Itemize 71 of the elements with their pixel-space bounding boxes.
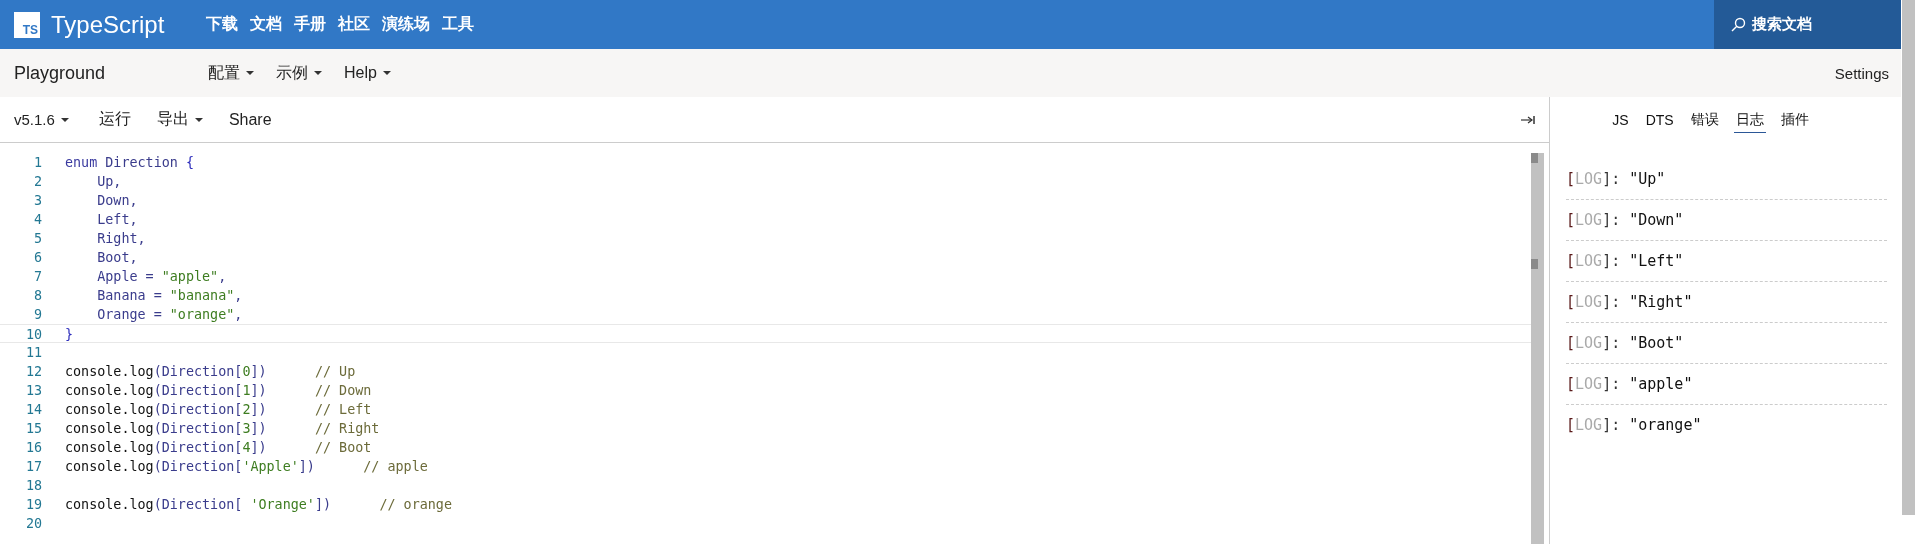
code-line: Boot, [96, 249, 138, 267]
toolbar-dropdown[interactable]: 导出 [156, 109, 203, 130]
line-number: 18 [24, 477, 42, 495]
line-number: 5 [32, 230, 42, 248]
line-number: 11 [24, 344, 42, 362]
line-number: 10 [24, 326, 42, 342]
log-entry: [LOG]: "Left" [1566, 252, 1684, 270]
line-number: 13 [24, 382, 42, 400]
log-entry: [LOG]: "Boot" [1566, 334, 1684, 352]
code-line: Up, [96, 173, 122, 191]
menu-dropdown[interactable]: 配置 [208, 62, 254, 84]
line-number: 19 [24, 496, 42, 514]
line-number: 14 [24, 401, 42, 419]
output-tab[interactable]: 插件 [1778, 107, 1811, 133]
line-number: 15 [24, 420, 42, 438]
line-number: 16 [24, 439, 42, 457]
line-number: 6 [32, 249, 42, 267]
line-number: 20 [24, 515, 42, 533]
log-entry: [LOG]: "Up" [1566, 170, 1666, 188]
output-tab[interactable]: 错误 [1688, 107, 1721, 133]
nav-link[interactable]: 社区 [338, 14, 371, 35]
line-number: 17 [24, 458, 42, 476]
collapse-icon[interactable] [1521, 114, 1535, 125]
log-entry: [LOG]: "apple" [1566, 375, 1693, 393]
code-line: Orange = "orange", [96, 306, 243, 324]
output-tab[interactable]: DTS [1643, 108, 1676, 132]
settings-link[interactable]: Settings [1834, 64, 1889, 82]
search-icon [1730, 16, 1746, 33]
code-line: Banana = "banana", [96, 287, 243, 305]
nav-link[interactable]: 文档 [250, 14, 283, 35]
brand-name[interactable]: TypeScript [51, 10, 165, 39]
nav-link[interactable]: 手册 [294, 14, 327, 35]
nav-link[interactable]: 工具 [442, 14, 475, 35]
code-line: Left, [96, 211, 138, 229]
output-tab[interactable]: JS [1610, 108, 1631, 132]
line-number: 9 [32, 306, 42, 324]
code-line: console.log(Direction[0]) // Up [65, 363, 356, 381]
search-button[interactable]: 搜索文档 [1714, 0, 1901, 49]
logo-icon[interactable]: TS [14, 11, 40, 38]
menu-dropdown[interactable]: 示例 [276, 62, 322, 84]
line-number: 12 [24, 363, 42, 381]
nav-link[interactable]: 下载 [206, 14, 239, 35]
toolbar-dropdown[interactable]: v5.1.6 [14, 111, 69, 128]
line-number: 3 [32, 192, 42, 210]
nav-link[interactable]: 演练场 [382, 14, 431, 35]
scrollbar[interactable] [1902, 0, 1915, 515]
log-entry: [LOG]: "Right" [1566, 293, 1693, 311]
log-entry: [LOG]: "Down" [1566, 211, 1684, 229]
line-number: 8 [32, 287, 42, 305]
toolbar-button[interactable]: 运行 [98, 109, 131, 130]
line-number: 4 [32, 211, 42, 229]
log-entry: [LOG]: "orange" [1566, 416, 1702, 434]
line-number: 1 [32, 154, 42, 172]
toolbar-button[interactable]: Share [228, 110, 272, 129]
code-line: console.log(Direction[4]) // Boot [65, 439, 372, 457]
code-line: } [65, 326, 74, 342]
code-line: console.log(Direction['Apple']) // apple [65, 458, 428, 476]
code-line: console.log(Direction[ 'Orange']) // orange [65, 496, 452, 514]
code-line: Right, [96, 230, 146, 248]
code-line: console.log(Direction[1]) // Down [65, 382, 372, 400]
code-line: enum Direction { [65, 154, 194, 172]
code-line: Down, [96, 192, 138, 210]
scrollbar[interactable] [1531, 153, 1544, 544]
output-tab[interactable]: 日志 [1733, 107, 1766, 133]
page-title: Playground [14, 62, 107, 84]
code-line: Apple = "apple", [96, 268, 227, 286]
code-line: console.log(Direction[2]) // Left [65, 401, 372, 419]
menu-dropdown[interactable]: Help [344, 64, 391, 82]
line-number: 2 [32, 173, 42, 191]
code-line: console.log(Direction[3]) // Right [65, 420, 380, 438]
line-number: 7 [32, 268, 42, 286]
